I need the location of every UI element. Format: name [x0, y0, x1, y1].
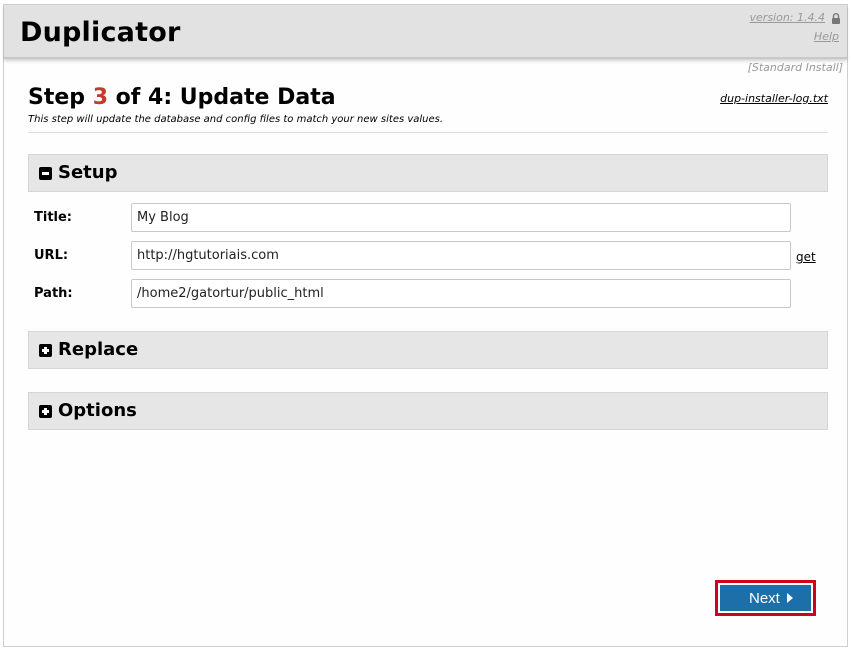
url-label: URL:: [34, 248, 69, 263]
title-label: Title:: [34, 210, 73, 225]
caret-right-icon: [787, 593, 793, 603]
step-number: 3: [92, 85, 109, 110]
version-link[interactable]: version: 1.4.4: [750, 11, 825, 24]
app-title: Duplicator: [20, 17, 181, 48]
lock-icon[interactable]: [831, 13, 841, 24]
help-link[interactable]: Help: [814, 30, 839, 43]
page-title: Step 3 of 4: Update Data: [28, 85, 336, 110]
section-options-header[interactable]: Options: [28, 392, 828, 430]
section-setup-header[interactable]: Setup: [28, 154, 828, 192]
next-button[interactable]: Next: [720, 585, 811, 611]
step-prefix: Step: [28, 85, 93, 110]
plus-square-icon: [39, 344, 52, 357]
installer-window: Duplicator version: 1.4.4 Help [Standard…: [3, 4, 848, 647]
next-button-label: Next: [749, 590, 780, 607]
minus-square-icon: [39, 167, 52, 180]
installer-log-link[interactable]: dup-installer-log.txt: [720, 92, 828, 105]
step-suffix: of 4: Update Data: [108, 85, 336, 110]
step-description: This step will update the database and c…: [28, 114, 444, 125]
section-setup-label: Setup: [58, 162, 118, 183]
title-divider: [28, 132, 828, 133]
url-input[interactable]: [131, 241, 791, 270]
section-replace-label: Replace: [58, 339, 139, 360]
section-options-label: Options: [58, 400, 137, 421]
path-input[interactable]: [131, 279, 791, 308]
url-get-link[interactable]: get: [796, 250, 816, 264]
plus-square-icon: [39, 405, 52, 418]
section-replace-header[interactable]: Replace: [28, 331, 828, 369]
path-label: Path:: [34, 286, 73, 301]
install-mode-label: [Standard Install]: [747, 61, 843, 74]
title-input[interactable]: [131, 203, 791, 232]
app-header: Duplicator version: 1.4.4 Help: [4, 5, 847, 59]
